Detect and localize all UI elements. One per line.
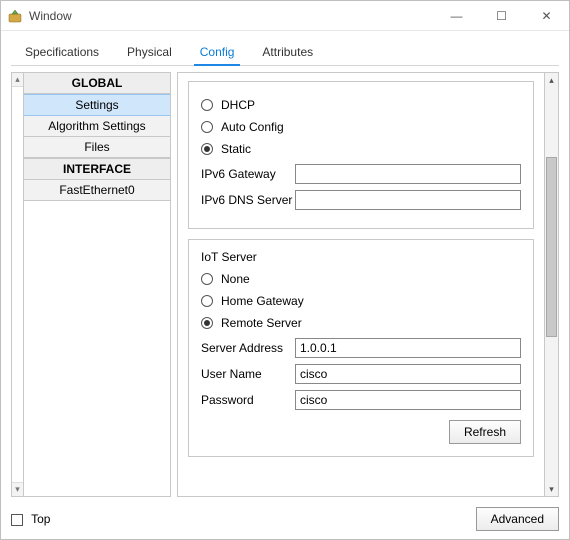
password-input[interactable]: [295, 390, 521, 410]
close-icon: ✕: [541, 9, 551, 23]
scroll-up-icon[interactable]: ▴: [12, 73, 23, 87]
ipv6-gateway-input[interactable]: [295, 164, 521, 184]
radio-icon: [201, 143, 213, 155]
scroll-down-icon[interactable]: ▾: [12, 482, 23, 496]
main-scrollbar[interactable]: ▴ ▾: [545, 72, 559, 497]
minimize-button[interactable]: —: [434, 1, 479, 31]
main-scroll-down-icon[interactable]: ▾: [545, 482, 558, 496]
sidebar-item-fastethernet0[interactable]: FastEthernet0: [24, 180, 170, 201]
server-address-input[interactable]: [295, 338, 521, 358]
radio-static[interactable]: Static: [201, 140, 521, 158]
main-scroll-track[interactable]: [545, 87, 558, 482]
radio-dhcp[interactable]: DHCP: [201, 96, 521, 114]
radio-auto-config[interactable]: Auto Config: [201, 118, 521, 136]
tab-specifications[interactable]: Specifications: [11, 39, 113, 65]
radio-label-home-gateway: Home Gateway: [221, 294, 304, 308]
radio-label-auto-config: Auto Config: [221, 120, 284, 134]
iot-server-group: IoT Server None Home Gateway Remote Serv…: [188, 239, 534, 457]
radio-iot-none[interactable]: None: [201, 270, 521, 288]
maximize-button[interactable]: ☐: [479, 1, 524, 31]
server-address-label: Server Address: [201, 341, 295, 355]
top-checkbox-label: Top: [31, 512, 50, 526]
radio-icon: [201, 295, 213, 307]
minimize-icon: —: [451, 9, 463, 23]
window-title: Window: [29, 9, 72, 23]
main-scroll-up-icon[interactable]: ▴: [545, 73, 558, 87]
sidebar-item-algorithm-settings[interactable]: Algorithm Settings: [24, 116, 170, 137]
tab-attributes[interactable]: Attributes: [248, 39, 327, 65]
radio-label-none: None: [221, 272, 250, 286]
radio-label-static: Static: [221, 142, 251, 156]
password-label: Password: [201, 393, 295, 407]
user-name-input[interactable]: [295, 364, 521, 384]
app-icon: [7, 8, 23, 24]
sidebar-scrollbar[interactable]: ▴ ▾: [11, 72, 23, 497]
ipv6-dns-input[interactable]: [295, 190, 521, 210]
titlebar: Window — ☐ ✕: [1, 1, 569, 31]
top-checkbox[interactable]: [11, 514, 23, 526]
maximize-icon: ☐: [496, 9, 507, 23]
radio-iot-home-gateway[interactable]: Home Gateway: [201, 292, 521, 310]
radio-icon: [201, 273, 213, 285]
user-name-label: User Name: [201, 367, 295, 381]
radio-label-remote-server: Remote Server: [221, 316, 302, 330]
ipv6-dns-label: IPv6 DNS Server: [201, 193, 295, 207]
sidebar-header-global: GLOBAL: [24, 73, 170, 94]
advanced-button[interactable]: Advanced: [476, 507, 559, 531]
sidebar-item-settings[interactable]: Settings: [24, 94, 170, 116]
ip-config-group: DHCP Auto Config Static IPv6 Gateway: [188, 81, 534, 229]
close-button[interactable]: ✕: [524, 1, 569, 31]
radio-iot-remote-server[interactable]: Remote Server: [201, 314, 521, 332]
footer-bar: Top Advanced: [1, 503, 569, 539]
radio-icon: [201, 121, 213, 133]
sidebar: GLOBAL Settings Algorithm Settings Files…: [23, 72, 171, 497]
sidebar-container: ▴ ▾ GLOBAL Settings Algorithm Settings F…: [11, 72, 171, 497]
ipv6-gateway-label: IPv6 Gateway: [201, 167, 295, 181]
app-window: Window — ☐ ✕ Specifications Physical Con…: [0, 0, 570, 540]
main-scroll-thumb[interactable]: [546, 157, 557, 337]
refresh-button[interactable]: Refresh: [449, 420, 521, 444]
tab-config[interactable]: Config: [186, 39, 249, 65]
config-panel: DHCP Auto Config Static IPv6 Gateway: [177, 72, 545, 497]
radio-icon: [201, 99, 213, 111]
sidebar-item-files[interactable]: Files: [24, 137, 170, 158]
sidebar-header-interface: INTERFACE: [24, 158, 170, 180]
tab-physical[interactable]: Physical: [113, 39, 186, 65]
top-checkbox-row[interactable]: Top: [11, 512, 50, 526]
tab-bar: Specifications Physical Config Attribute…: [11, 39, 559, 66]
radio-icon: [201, 317, 213, 329]
radio-label-dhcp: DHCP: [221, 98, 255, 112]
iot-server-header: IoT Server: [201, 250, 521, 264]
